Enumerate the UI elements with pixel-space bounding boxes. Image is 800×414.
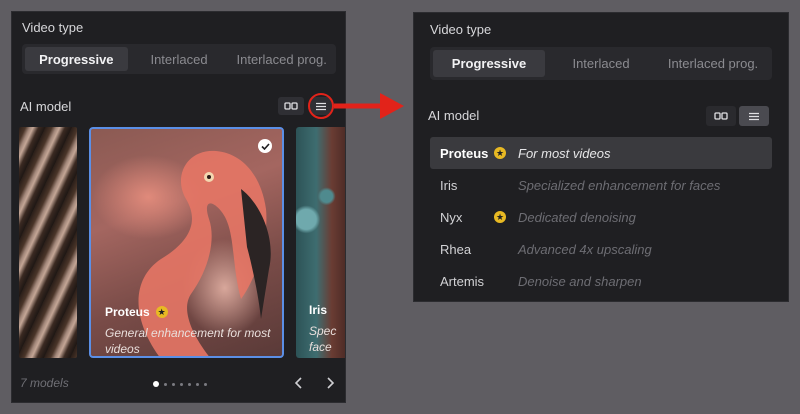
model-card-iris-partial[interactable]: Iris Spec face [296,127,345,358]
model-row-iris[interactable]: Iris Specialized enhancement for faces [430,169,772,201]
list-view-icon [749,112,759,120]
card-model-description-iris: Spec face [309,324,337,354]
model-name: Iris [440,177,458,193]
model-card-proteus[interactable]: Proteus ★ General enhancement for most v… [89,127,284,358]
view-toggle [706,106,769,126]
list-view-button[interactable] [739,106,769,126]
page-dot[interactable] [164,382,167,386]
ai-model-panel-list-view: Video type Progressive Interlaced Interl… [413,12,789,302]
star-icon: ★ [494,211,506,223]
page-dot[interactable] [188,382,191,386]
video-type-interlaced-prog[interactable]: Interlaced prog. [657,50,769,77]
grid-view-button[interactable] [706,106,736,126]
model-description: Advanced 4x upscaling [518,241,652,257]
model-description: Denoise and sharpen [518,273,642,289]
video-type-segmented-control: Progressive Interlaced Interlaced prog. [22,44,336,74]
star-icon: ★ [494,147,506,159]
model-row-artemis[interactable]: Artemis Denoise and sharpen [430,265,772,297]
card-model-name-iris: Iris [309,303,328,317]
grid-view-button[interactable] [278,97,304,115]
model-name: Nyx [440,209,463,225]
ai-model-title: AI model [20,99,72,114]
view-toggle [278,97,304,115]
page-dot[interactable] [204,382,207,386]
red-arrow-annotation [334,93,404,119]
model-name: Rhea [440,241,472,257]
page-dot[interactable] [153,381,159,387]
ai-model-panel-grid-view: Video type Progressive Interlaced Interl… [11,11,346,403]
model-card-partial-left[interactable] [19,127,77,358]
video-type-interlaced[interactable]: Interlaced [545,50,657,77]
chevron-left-icon [294,377,302,389]
model-description: Dedicated denoising [518,209,636,225]
grid-view-icon [284,102,298,110]
card-model-description: General enhancement for most videos [105,326,271,356]
page-dot[interactable] [172,382,175,386]
selected-check-icon [258,139,272,153]
model-row-nyx[interactable]: Nyx ★ Dedicated denoising [430,201,772,233]
card-model-name-text: Proteus [105,305,150,319]
video-type-progressive[interactable]: Progressive [433,50,545,77]
ai-model-title: AI model [428,108,480,123]
video-type-progressive[interactable]: Progressive [25,47,128,71]
model-row-rhea[interactable]: Rhea Advanced 4x upscaling [430,233,772,265]
video-type-segmented-control: Progressive Interlaced Interlaced prog. [430,47,772,80]
prev-button[interactable] [292,376,306,390]
grid-view-icon [714,112,728,120]
next-button[interactable] [323,376,337,390]
flamingo-image [138,150,271,356]
page-dot[interactable] [196,382,199,386]
model-row-proteus[interactable]: Proteus ★ For most videos [430,137,772,169]
carousel-pagination [153,381,207,387]
model-count: 7 models [20,376,69,390]
video-type-title: Video type [22,20,84,35]
model-list: Proteus ★ For most videos Iris Specializ… [430,137,772,297]
model-description: Specialized enhancement for faces [518,177,721,193]
page-dot[interactable] [180,382,183,386]
video-type-interlaced-prog[interactable]: Interlaced prog. [230,47,333,71]
model-description: For most videos [518,145,611,161]
card-model-name: Proteus ★ [105,305,168,319]
chevron-right-icon [327,377,335,389]
model-name: Artemis [440,273,485,289]
video-type-title: Video type [430,22,492,37]
model-name: Proteus [440,145,489,161]
star-icon: ★ [155,306,168,318]
video-type-interlaced[interactable]: Interlaced [128,47,231,71]
